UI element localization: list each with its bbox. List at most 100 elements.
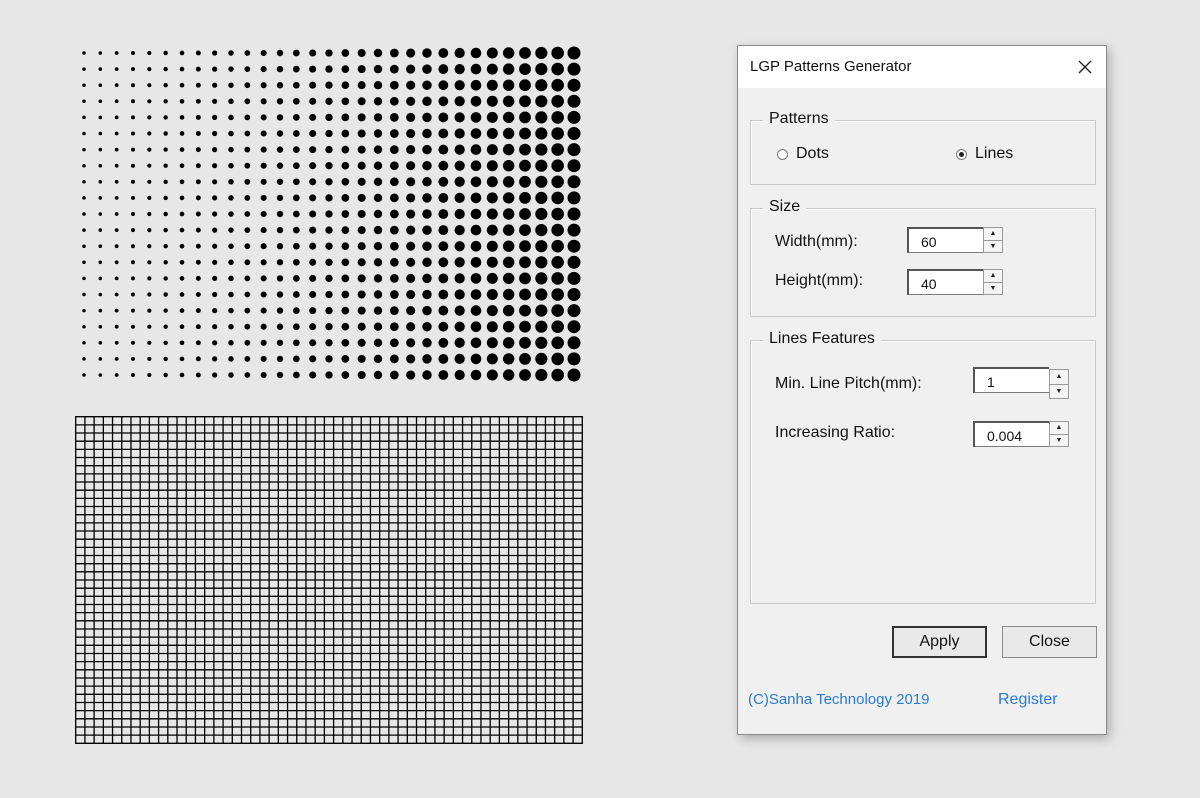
- pattern-dot: [567, 271, 581, 285]
- pitch-spin-buttons[interactable]: ▲ ▼: [1049, 369, 1069, 399]
- pattern-dot: [357, 48, 366, 58]
- ratio-up-arrow-icon[interactable]: ▲: [1050, 422, 1068, 435]
- pattern-dot: [535, 272, 548, 285]
- height-input[interactable]: [907, 269, 983, 295]
- pattern-dot: [486, 353, 498, 365]
- pattern-dot: [341, 290, 350, 299]
- pattern-dot: [244, 82, 251, 89]
- pattern-dot: [341, 129, 350, 138]
- pattern-dot: [212, 275, 218, 282]
- pattern-dot: [567, 159, 581, 173]
- pattern-dot: [292, 371, 300, 379]
- pattern-dot: [131, 115, 135, 120]
- height-up-arrow-icon[interactable]: ▲: [984, 270, 1002, 283]
- copyright-link[interactable]: (C)Sanha Technology 2019: [748, 691, 930, 708]
- close-icon[interactable]: [1070, 52, 1100, 82]
- height-spin-buttons[interactable]: ▲ ▼: [983, 269, 1003, 295]
- pattern-dot: [309, 323, 317, 331]
- pattern-dot: [114, 115, 119, 120]
- pattern-dot: [551, 352, 564, 366]
- pattern-dot: [98, 115, 103, 120]
- register-link[interactable]: Register: [998, 691, 1058, 709]
- pattern-dot: [325, 113, 333, 122]
- height-down-arrow-icon[interactable]: ▼: [984, 283, 1002, 295]
- pattern-dot: [422, 209, 432, 219]
- pattern-dot: [260, 114, 267, 121]
- pattern-dot: [357, 242, 366, 251]
- pattern-dot: [228, 307, 234, 314]
- width-input[interactable]: [907, 227, 983, 253]
- radio-dots-indicator[interactable]: [777, 148, 788, 160]
- pattern-dot: [276, 82, 284, 89]
- pattern-dot: [179, 243, 185, 249]
- pattern-dot: [502, 95, 515, 107]
- pattern-dot: [502, 369, 515, 381]
- pattern-dot: [82, 292, 86, 297]
- pattern-dot: [131, 147, 135, 152]
- pattern-dot: [114, 163, 119, 168]
- pattern-dot: [519, 240, 531, 253]
- radio-lines[interactable]: Lines: [956, 145, 1013, 163]
- radio-dots[interactable]: Dots: [777, 145, 829, 163]
- pattern-dot: [422, 321, 432, 332]
- pitch-down-arrow-icon[interactable]: ▼: [1050, 385, 1068, 399]
- pattern-dot: [244, 323, 251, 330]
- pattern-dot: [228, 98, 234, 105]
- pattern-dot: [292, 49, 300, 57]
- close-button[interactable]: Close: [1002, 626, 1097, 658]
- width-spinner[interactable]: ▲ ▼: [907, 227, 1003, 253]
- pattern-dot: [535, 95, 548, 108]
- width-spin-buttons[interactable]: ▲ ▼: [983, 227, 1003, 253]
- width-up-arrow-icon[interactable]: ▲: [984, 228, 1002, 241]
- pattern-dot: [98, 51, 103, 55]
- apply-button[interactable]: Apply: [892, 626, 987, 658]
- lgp-patterns-dialog: LGP Patterns Generator Patterns Dots Lin…: [737, 45, 1107, 735]
- pattern-dot: [244, 130, 251, 137]
- increasing-ratio-input[interactable]: [973, 421, 1049, 447]
- pattern-dot: [260, 82, 267, 89]
- pattern-dot: [325, 290, 333, 299]
- pattern-dot: [551, 320, 564, 333]
- pattern-dot: [292, 130, 300, 137]
- pattern-dot: [98, 340, 103, 345]
- pattern-dot: [179, 372, 185, 378]
- pattern-dot: [454, 128, 465, 139]
- pattern-dot: [147, 244, 152, 249]
- pattern-dot: [422, 144, 432, 155]
- pattern-dot: [292, 323, 300, 331]
- pattern-dot: [406, 161, 416, 171]
- pattern-dot: [551, 78, 564, 92]
- pattern-dot: [567, 223, 581, 237]
- radio-lines-indicator[interactable]: [956, 148, 967, 160]
- ratio-spin-buttons[interactable]: ▲ ▼: [1049, 421, 1069, 447]
- pitch-up-arrow-icon[interactable]: ▲: [1050, 370, 1068, 385]
- lines-features-group-label: Lines Features: [763, 330, 881, 348]
- pattern-dot: [422, 48, 432, 58]
- pattern-dot: [470, 208, 482, 220]
- increasing-ratio-spinner[interactable]: ▲ ▼: [973, 421, 1069, 447]
- pattern-dot: [438, 353, 449, 364]
- pattern-dot: [260, 291, 267, 298]
- pattern-dot: [98, 308, 103, 313]
- pattern-dot: [551, 191, 564, 205]
- pattern-dot: [389, 177, 399, 187]
- pattern-dot: [179, 66, 185, 72]
- pattern-dot: [470, 144, 482, 155]
- pattern-dot: [195, 114, 201, 120]
- width-down-arrow-icon[interactable]: ▼: [984, 241, 1002, 253]
- pattern-dot: [131, 163, 135, 168]
- min-line-pitch-spinner[interactable]: ▲ ▼: [973, 367, 1069, 399]
- pattern-dot: [276, 49, 284, 57]
- pattern-dot: [502, 63, 515, 75]
- min-line-pitch-input[interactable]: [973, 367, 1049, 393]
- pattern-dot: [195, 340, 201, 346]
- pattern-dot: [292, 275, 300, 282]
- pattern-dot: [486, 144, 498, 156]
- pattern-dot: [519, 336, 531, 349]
- pattern-dot: [422, 80, 432, 90]
- height-spinner[interactable]: ▲ ▼: [907, 269, 1003, 295]
- pattern-dot: [82, 196, 86, 200]
- ratio-down-arrow-icon[interactable]: ▼: [1050, 435, 1068, 447]
- width-label: Width(mm):: [775, 233, 858, 250]
- pattern-dot: [470, 289, 482, 300]
